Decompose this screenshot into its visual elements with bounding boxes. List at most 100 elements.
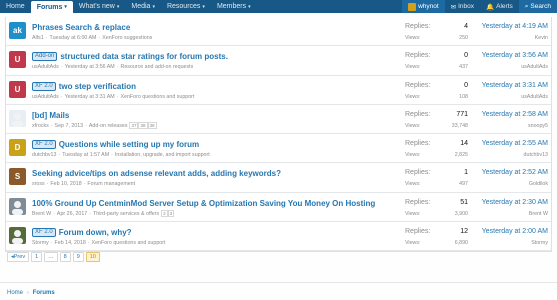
thread-date[interactable]: Tuesday at 1:57 AM [62,152,109,158]
thread-row[interactable]: S Seeking advice/tips on adsense relevan… [6,163,551,193]
thread-author[interactable]: usAdultAds [32,64,59,70]
chevron-down-icon[interactable]: ▾ [248,4,251,10]
alerts-button[interactable]: 🔔 Alerts [480,0,519,13]
thread-forum[interactable]: XenForo questions and support [121,94,195,100]
thread-author[interactable]: Stormy [32,240,49,246]
thread-row[interactable]: U XF 2.0 two step verification usAdultAd… [6,75,551,105]
breadcrumb-home[interactable]: Home [7,290,23,296]
thread-row[interactable]: D XF 2.0 Questions while setting up my f… [6,134,551,164]
thread-date[interactable]: Apr 26, 2017 [57,211,87,217]
thread-forum[interactable]: XenForo questions and support [92,240,166,246]
thread-author[interactable]: Brent W [32,211,51,217]
avatar[interactable]: U [9,51,26,69]
thread-prefix[interactable]: XF 2.0 [32,228,56,238]
last-post-user[interactable]: Kevin [535,35,548,41]
thread-date[interactable]: Feb 14, 2018 [55,240,86,246]
thread-forum[interactable]: Forum management [87,181,135,187]
last-post-user[interactable]: Goldilok [529,181,548,187]
last-post-user[interactable]: snoopy5 [528,123,548,129]
thread-page-link[interactable]: 39 [147,121,157,129]
last-post-time[interactable]: Yesterday at 3:56 AM [482,52,548,59]
thread-author[interactable]: dutchbv13 [32,152,56,158]
thread-forum[interactable]: Third-party services & offers [93,211,159,217]
last-post-user[interactable]: usAdultAds [521,94,548,100]
thread-prefix[interactable]: XF 2.0 [32,140,56,150]
thread-forum[interactable]: Resource and add-on requests [121,64,194,70]
thread-author[interactable]: sross [32,181,45,187]
nav-tab-forums[interactable]: Forums ▾ [30,1,73,13]
thread-row[interactable]: U Add-on structured data star ratings fo… [6,46,551,76]
breadcrumb-forums[interactable]: Forums [33,290,55,296]
nav-tab-home[interactable]: Home [0,0,31,13]
thread-author[interactable]: xfrocks [32,123,49,129]
last-post-time[interactable]: Yesterday at 2:55 AM [482,140,548,147]
thread-page-link[interactable]: 38 [138,121,148,129]
thread-title[interactable]: XF 2.0 Questions while setting up my for… [32,140,199,150]
last-post-time[interactable]: Yesterday at 3:31 AM [482,82,548,89]
avatar[interactable]: ak [9,22,26,39]
nav-tab-resources[interactable]: Resources ▾ [161,0,211,13]
thread-row[interactable]: XF 2.0 Forum down, why? Stormy · Feb 14,… [6,222,551,252]
thread-title[interactable]: Phrases Search & replace [32,23,130,32]
avatar[interactable]: S [9,168,26,186]
search-button[interactable]: ⌕ Search [518,0,557,13]
thread-row[interactable]: 100% Ground Up CentminMod Server Setup &… [6,192,551,223]
thread-title-text[interactable]: structured data star ratings for forum p… [60,52,228,61]
thread-date[interactable]: Sep 7, 2013 [55,123,84,129]
chevron-down-icon[interactable]: ▾ [117,4,120,10]
avatar[interactable] [9,197,26,215]
last-post-time[interactable]: Yesterday at 2:30 AM [482,199,548,206]
chevron-down-icon[interactable]: ▾ [152,4,155,10]
avatar[interactable] [9,109,26,127]
last-post-time[interactable]: Yesterday at 2:52 AM [482,169,548,176]
inbox-button[interactable]: ✉ Inbox [445,0,480,13]
thread-title-text[interactable]: [bd] Mails [32,111,69,120]
thread-row[interactable]: [bd] Mails xfrocks · Sep 7, 2013 · Add-o… [6,104,551,135]
thread-author[interactable]: usAdultAds [32,94,59,100]
chevron-down-icon[interactable]: ▾ [64,4,67,10]
last-post-time[interactable]: Yesterday at 2:00 AM [482,228,548,235]
last-post-user[interactable]: usAdultAds [521,64,548,70]
thread-title-text[interactable]: Seeking advice/tips on adsense relevant … [32,169,281,178]
nav-tab-whats-new[interactable]: What's new ▾ [73,0,125,13]
nav-tab-members[interactable]: Members ▾ [211,0,257,13]
thread-title[interactable]: Add-on structured data star ratings for … [32,52,228,62]
thread-title-text[interactable]: Phrases Search & replace [32,23,130,32]
prev-page-button[interactable]: ◂Prev [7,252,30,262]
thread-prefix[interactable]: Add-on [32,52,58,62]
thread-author[interactable]: Alfs1 [32,35,44,41]
thread-title[interactable]: XF 2.0 Forum down, why? [32,228,132,238]
thread-date[interactable]: Yesterday at 3:31 AM [65,94,115,100]
avatar[interactable] [9,227,26,245]
last-post-time[interactable]: Yesterday at 2:58 AM [482,111,548,118]
thread-row[interactable]: ak Phrases Search & replace Alfs1 · Tues… [6,17,551,47]
account-menu[interactable]: whynot [402,0,445,13]
thread-title[interactable]: [bd] Mails [32,111,69,120]
thread-title-text[interactable]: 100% Ground Up CentminMod Server Setup &… [32,199,375,208]
thread-title-text[interactable]: two step verification [59,82,136,91]
thread-title[interactable]: 100% Ground Up CentminMod Server Setup &… [32,199,375,208]
avatar[interactable]: D [9,139,26,157]
thread-date[interactable]: Feb 10, 2018 [50,181,81,187]
page-ellipsis[interactable]: … [44,252,58,262]
last-post-user[interactable]: dutchbv13 [524,152,548,158]
thread-forum[interactable]: Add-on releases [89,123,128,129]
thread-title[interactable]: XF 2.0 two step verification [32,81,136,91]
thread-prefix[interactable]: XF 2.0 [32,81,56,91]
page-link[interactable]: 1 [31,252,43,262]
thread-title[interactable]: Seeking advice/tips on adsense relevant … [32,169,281,178]
thread-forum[interactable]: XenForo suggestions [102,35,152,41]
chevron-down-icon[interactable]: ▾ [202,4,205,10]
nav-tab-media[interactable]: Media ▾ [125,0,161,13]
thread-title-text[interactable]: Forum down, why? [59,228,132,237]
thread-date[interactable]: Tuesday at 6:00 AM [50,35,97,41]
last-post-user[interactable]: Stormy [531,240,548,246]
page-link[interactable]: 9 [72,252,84,262]
thread-forum[interactable]: Installation, upgrade, and import suppor… [115,152,210,158]
thread-page-link[interactable]: 3 [167,209,175,217]
page-link[interactable]: 8 [59,252,71,262]
last-post-user[interactable]: Brent W [529,211,548,217]
thread-date[interactable]: Yesterday at 3:56 AM [65,64,115,70]
last-post-time[interactable]: Yesterday at 4:19 AM [482,23,548,30]
thread-title-text[interactable]: Questions while setting up my forum [59,140,199,149]
